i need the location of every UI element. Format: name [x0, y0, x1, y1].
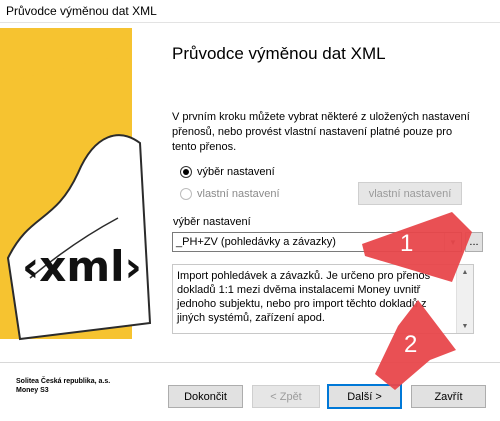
- company-info: Solitea Česká republika, a.s. Money S3: [16, 377, 110, 395]
- annotation-number-2: 2: [404, 331, 418, 358]
- scroll-down-icon[interactable]: ▼: [457, 319, 473, 333]
- company-name: Solitea Česká republika, a.s.: [16, 378, 111, 385]
- back-button[interactable]: < Zpět: [252, 385, 320, 408]
- browse-button[interactable]: ...: [465, 232, 483, 252]
- info-text: Import pohledávek a závazků. Je určeno p…: [177, 270, 431, 324]
- footer-divider: [0, 362, 500, 363]
- annotation-number-1: 1: [400, 230, 414, 257]
- radio-unchecked-icon[interactable]: [180, 188, 192, 200]
- chevron-down-icon[interactable]: ▼: [444, 233, 461, 251]
- radio-checked-icon[interactable]: [180, 166, 192, 178]
- custom-settings-button[interactable]: vlastní nastavení: [358, 182, 462, 205]
- xml-logo-graphic: ‹xml›: [0, 28, 152, 341]
- info-textbox[interactable]: Import pohledávek a závazků. Je určeno p…: [172, 264, 474, 334]
- selection-label: výběr nastavení: [173, 216, 251, 228]
- xml-logo-text: ‹xml›: [22, 242, 142, 291]
- settings-dropdown[interactable]: _PH+ZV (pohledávky a závazky) ▼: [172, 232, 462, 252]
- radio-select-setting[interactable]: výběr nastavení: [180, 166, 275, 178]
- settings-dropdown-value: _PH+ZV (pohledávky a závazky): [176, 236, 336, 248]
- page-title: Průvodce výměnou dat XML: [172, 44, 386, 63]
- scroll-up-icon[interactable]: ▲: [457, 265, 473, 279]
- description-text: V prvním kroku můžete vybrat některé z u…: [172, 111, 470, 153]
- info-scrollbar[interactable]: ▲ ▼: [456, 265, 473, 333]
- next-button[interactable]: Další >: [327, 384, 402, 409]
- close-button[interactable]: Zavřít: [411, 385, 486, 408]
- product-name: Money S3: [16, 387, 49, 394]
- radio-select-setting-label: výběr nastavení: [197, 166, 275, 178]
- radio-custom-setting[interactable]: vlastní nastavení: [180, 188, 280, 200]
- title-bar: Průvodce výměnou dat XML: [0, 0, 500, 22]
- finish-button[interactable]: Dokončit: [168, 385, 243, 408]
- xml-logo-panel: ‹xml›: [0, 23, 158, 360]
- radio-custom-setting-label: vlastní nastavení: [197, 188, 280, 200]
- window-title: Průvodce výměnou dat XML: [6, 4, 157, 18]
